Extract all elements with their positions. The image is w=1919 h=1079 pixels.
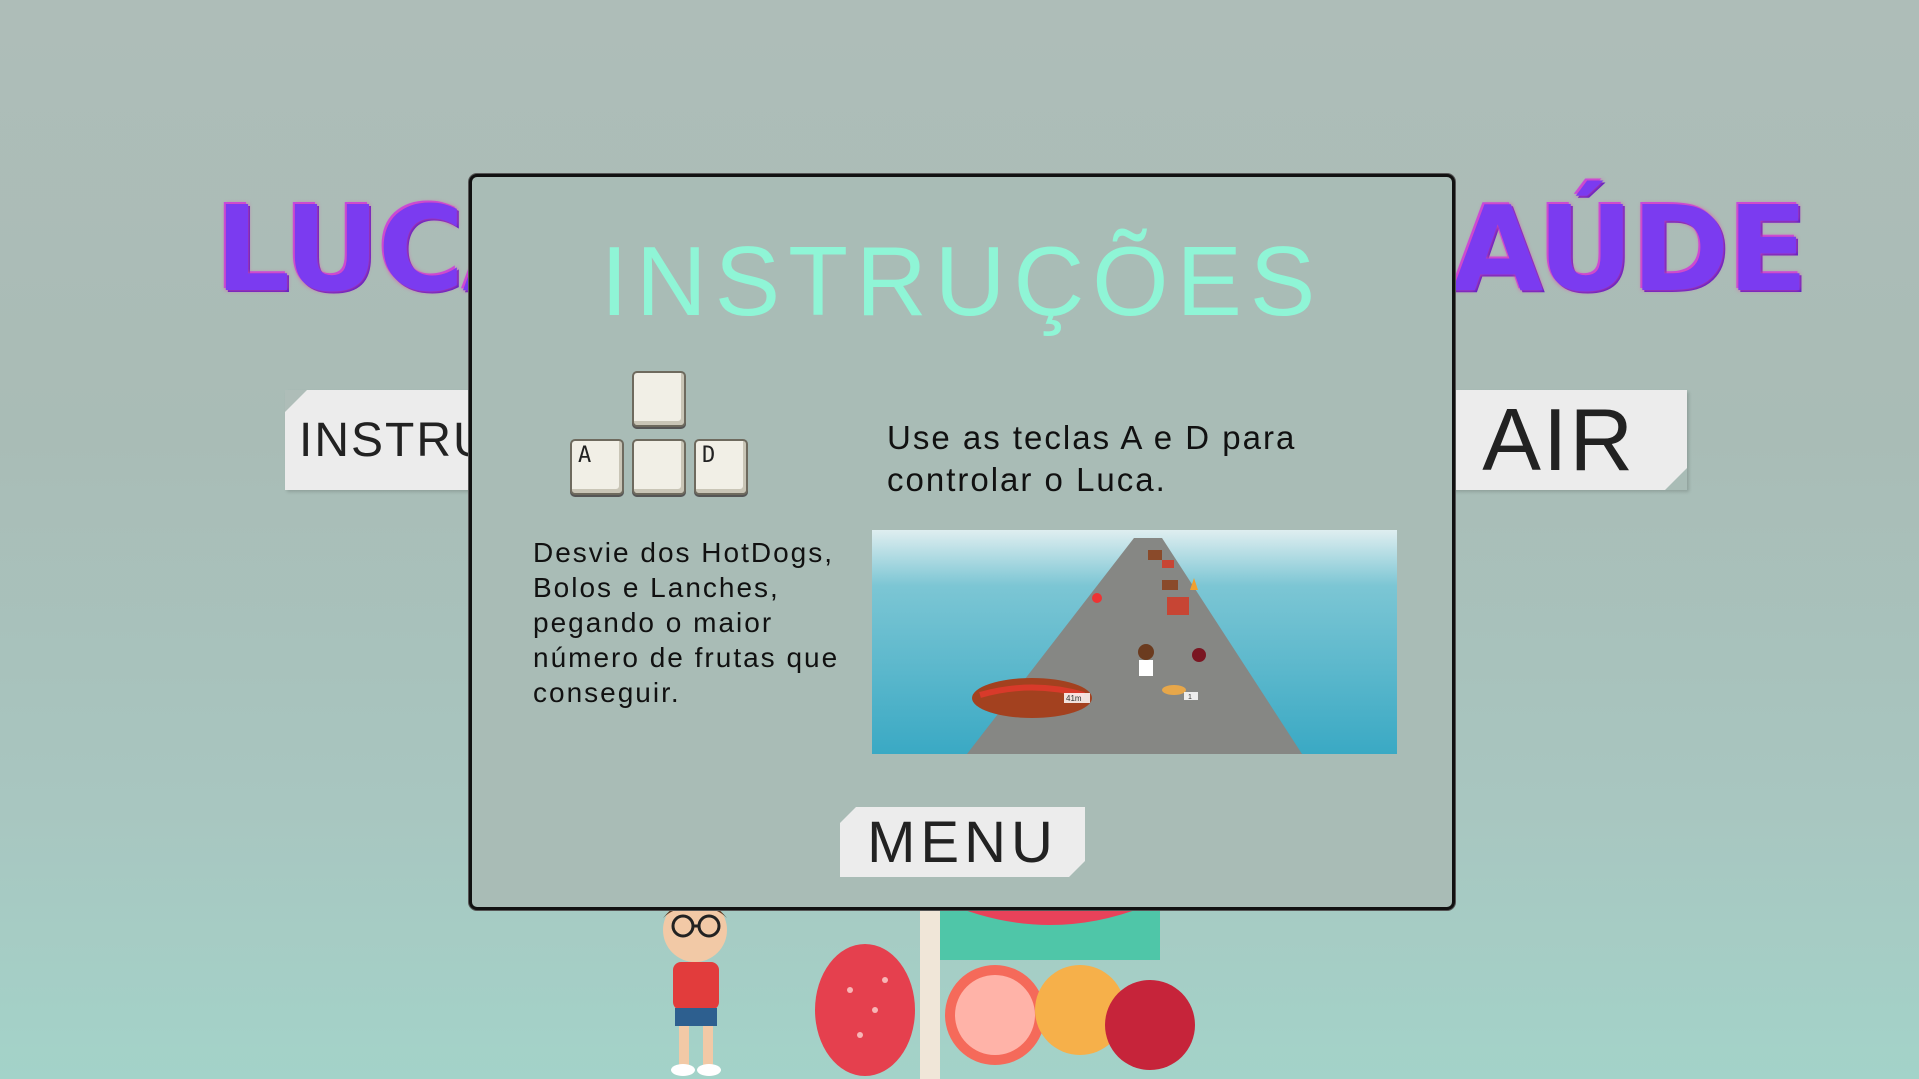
exit-button-bg: AIR (1420, 390, 1687, 490)
dialog-title: INSTRUÇÕES (600, 226, 1324, 336)
luca-character-illustration (663, 900, 727, 1076)
keyboard-keys-icon: A D (570, 371, 756, 507)
preview-score-label: 1 (1188, 694, 1192, 701)
instructions-dialog: INSTRUÇÕES A D Use as teclas A e D para … (469, 174, 1455, 910)
instructions-button-bg: INSTRU (285, 390, 499, 490)
menu-button[interactable]: MENU (840, 807, 1085, 877)
fruits-illustration (815, 900, 1195, 1079)
key-d: D (694, 439, 748, 495)
goal-instruction: Desvie dos HotDogs, Bolos e Lanches, peg… (533, 537, 840, 708)
key-a: A (570, 439, 624, 495)
key-s (632, 439, 686, 495)
preview-distance-label: 41m (1066, 694, 1082, 703)
game-logo-right: AÚDE (1452, 180, 1808, 318)
key-w (632, 371, 686, 427)
controls-instruction: Use as teclas A e D para controlar o Luc… (887, 419, 1297, 498)
gameplay-preview-image: 41m 1 (872, 530, 1397, 754)
